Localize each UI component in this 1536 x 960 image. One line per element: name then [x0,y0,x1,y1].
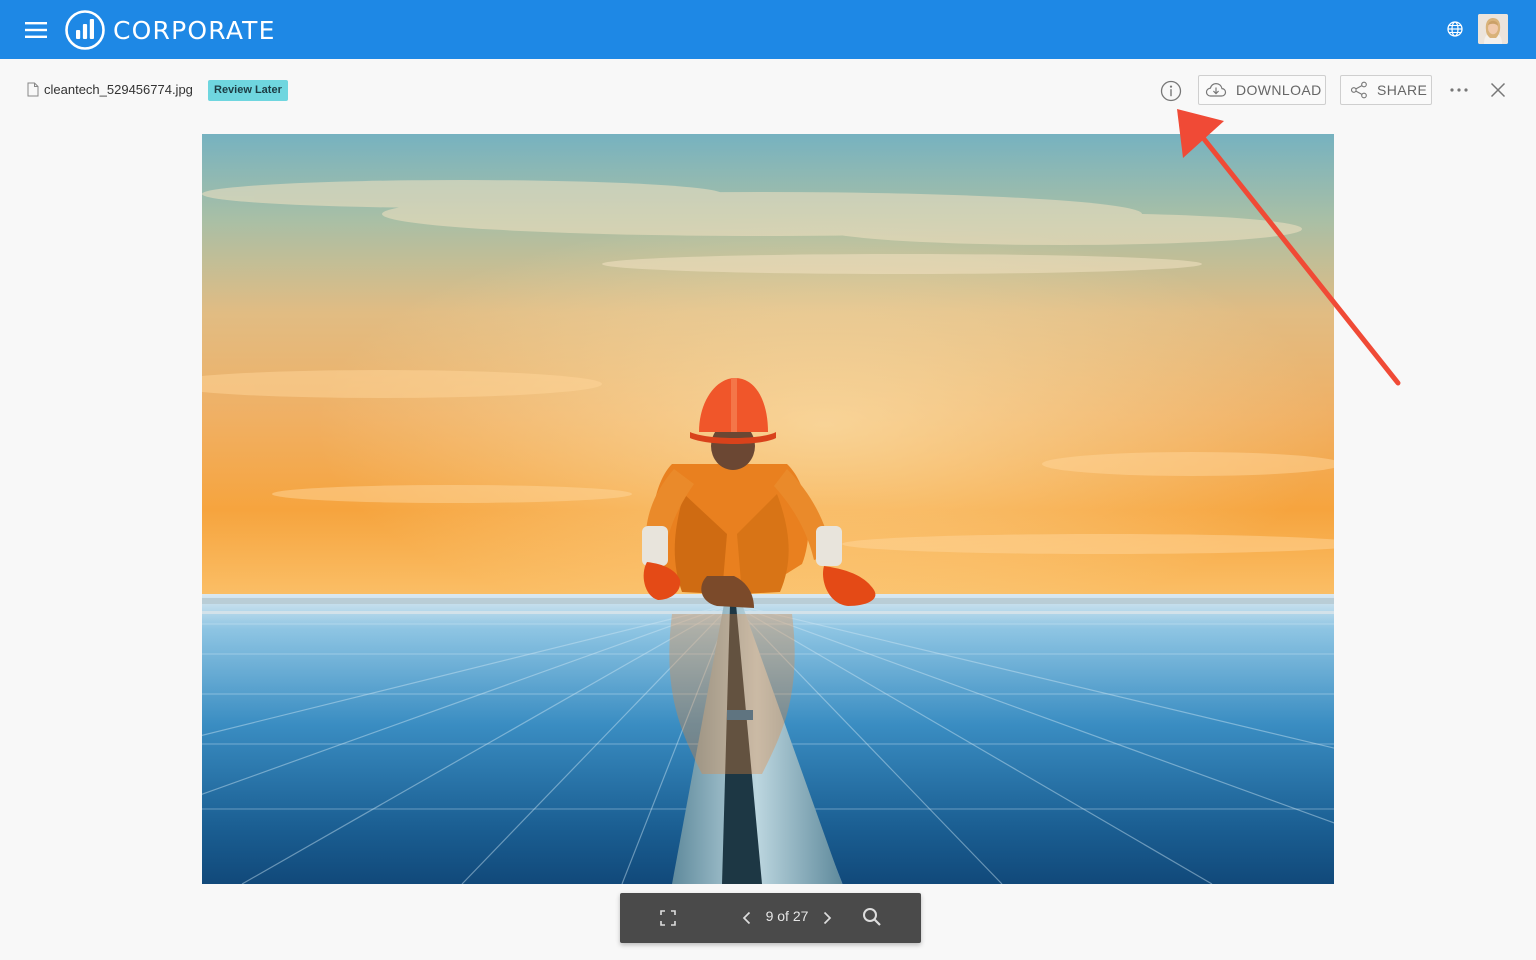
info-icon[interactable] [1159,79,1183,103]
image-preview [202,134,1334,884]
download-label: DOWNLOAD [1236,82,1322,98]
more-options-icon[interactable] [1448,82,1470,98]
share-button[interactable]: SHARE [1340,75,1432,105]
file-icon [27,82,39,97]
chevron-left-icon[interactable] [740,909,754,927]
close-icon[interactable] [1489,81,1507,99]
globe-icon[interactable] [1445,19,1465,39]
viewer-controls: 9 of 27 [620,893,921,943]
chevron-right-icon[interactable] [820,909,834,927]
top-app-bar: CORPORATE [0,0,1536,59]
page-counter: 9 of 27 [765,908,809,924]
status-badge[interactable]: Review Later [208,80,288,101]
file-name: cleantech_529456774.jpg [44,82,193,97]
share-label: SHARE [1377,82,1428,98]
zoom-search-icon[interactable] [861,906,883,928]
bar-chart-logo-icon [65,10,105,50]
share-icon [1350,81,1367,99]
user-avatar[interactable] [1478,14,1508,44]
fullscreen-icon[interactable] [658,908,678,928]
brand-name: CORPORATE [113,15,276,45]
hamburger-menu-icon[interactable] [22,18,50,42]
cloud-download-icon [1205,82,1227,97]
brand-logo[interactable]: CORPORATE [64,9,276,51]
download-button[interactable]: DOWNLOAD [1198,75,1326,105]
